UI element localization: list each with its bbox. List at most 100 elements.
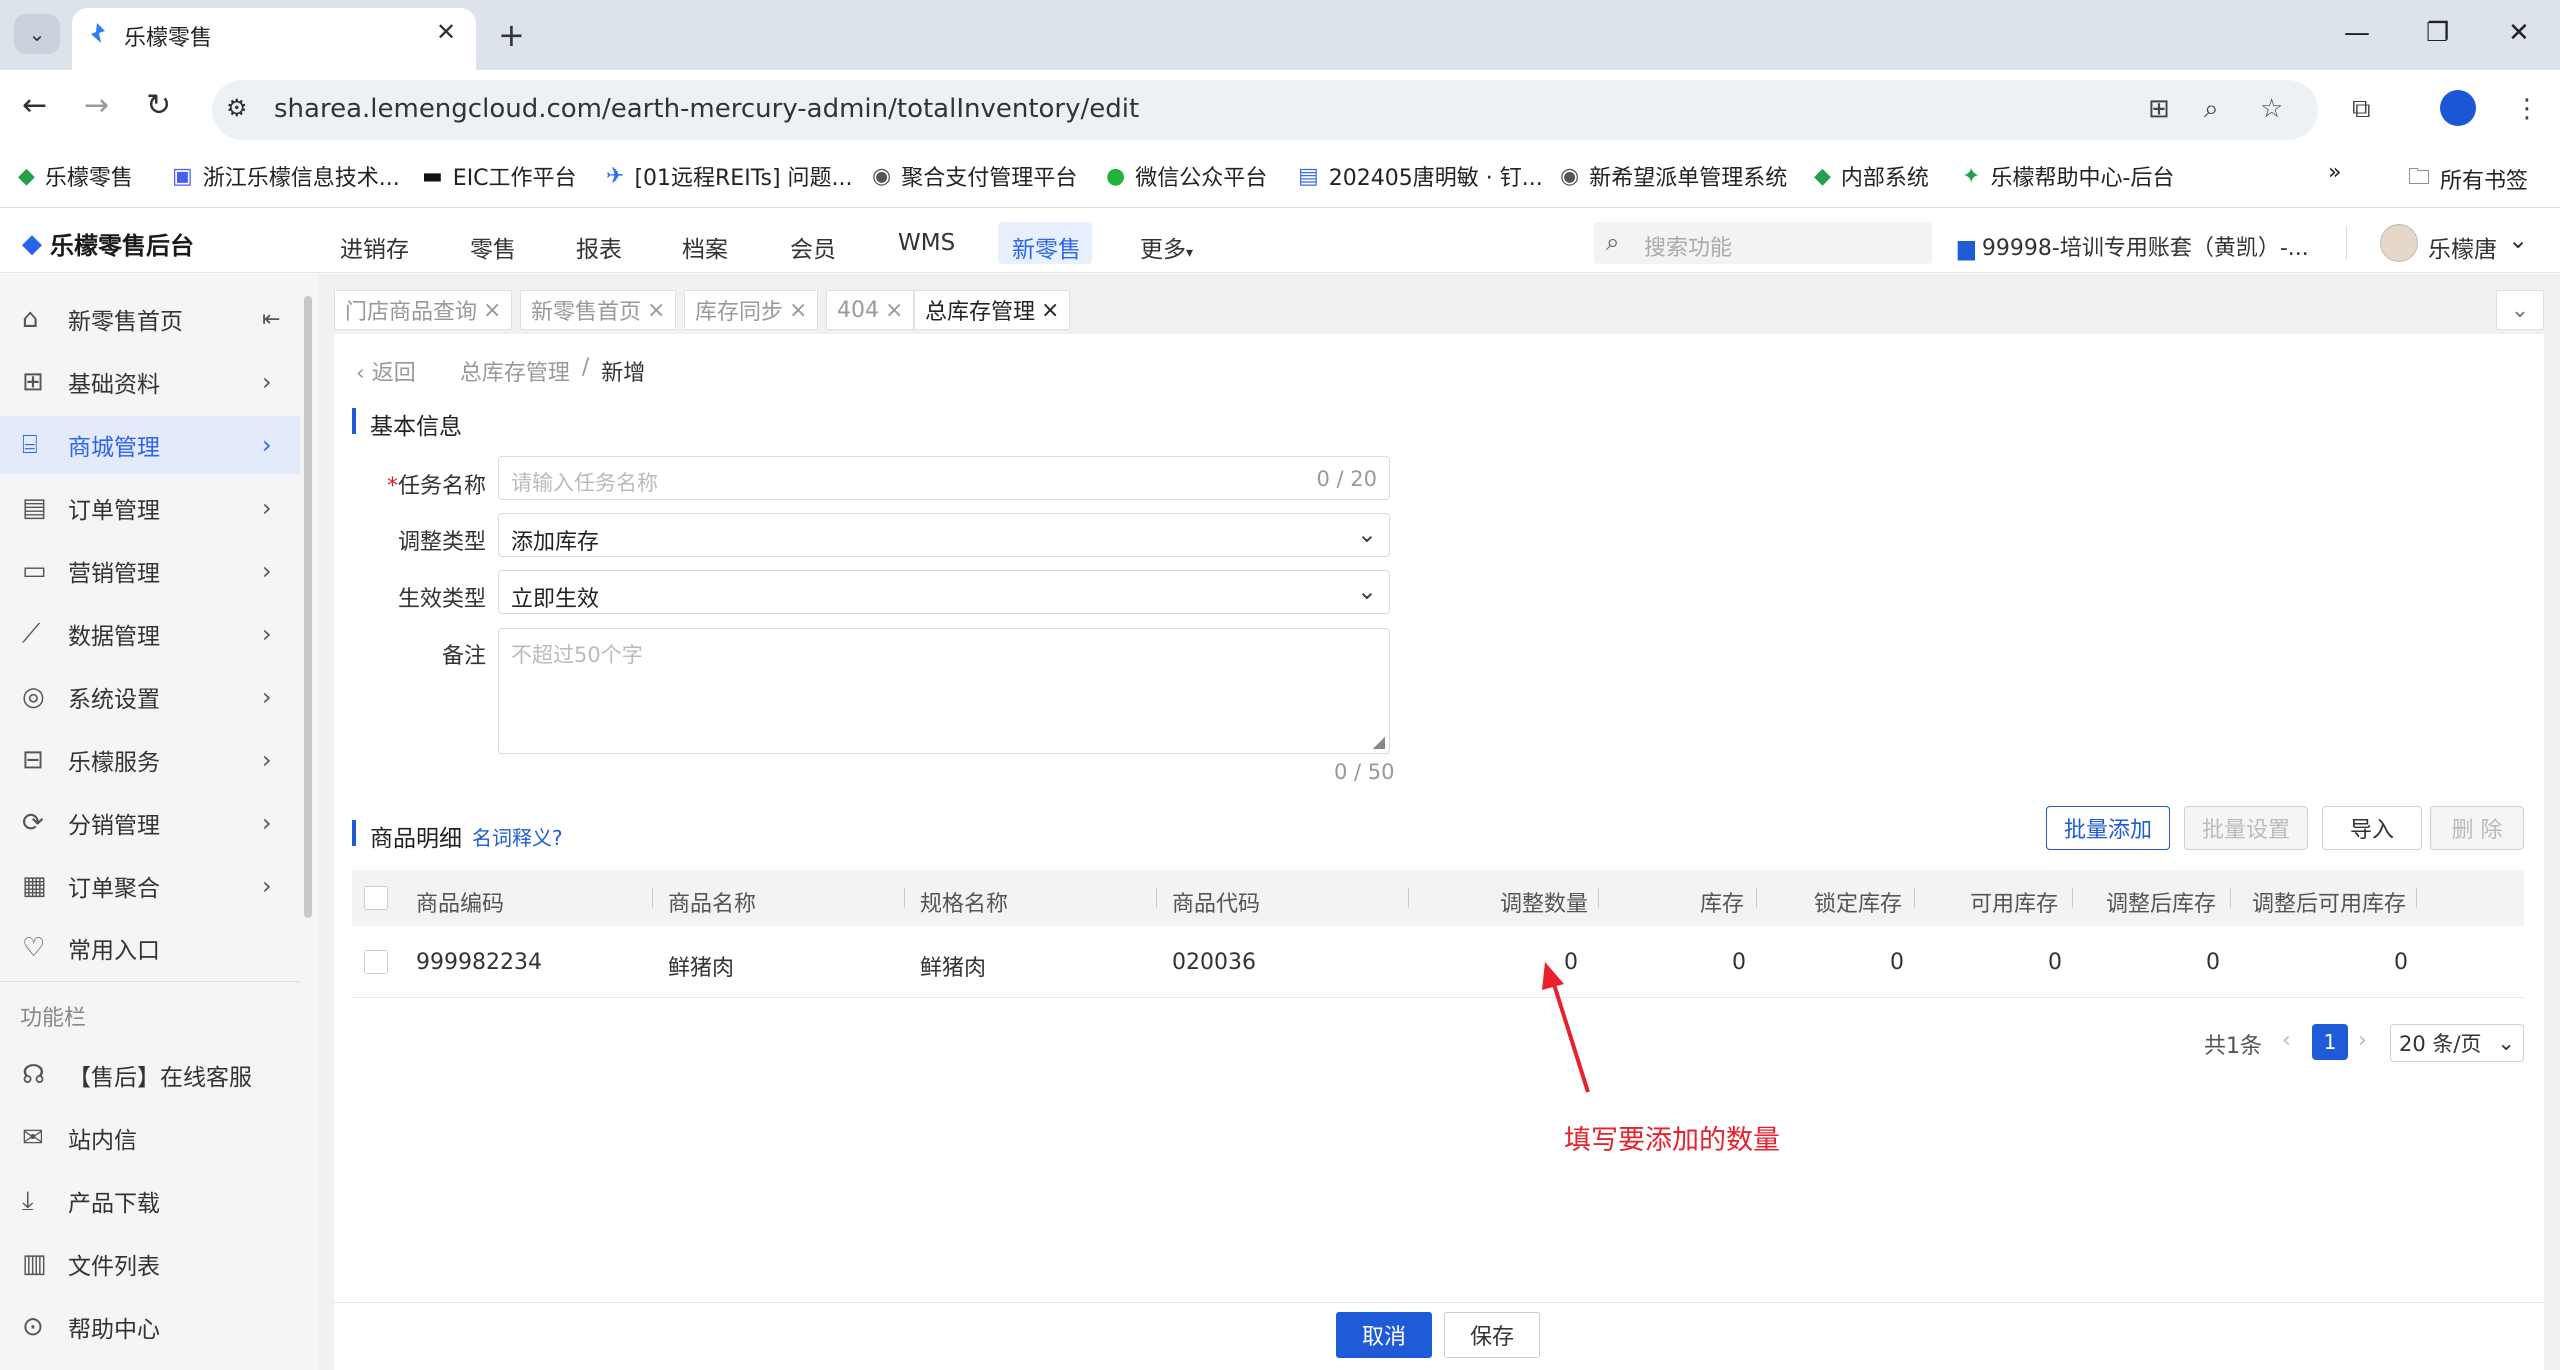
close-icon[interactable]: ×: [885, 298, 903, 323]
minimize-icon[interactable]: —: [2344, 18, 2370, 48]
bookmark-item[interactable]: ◆ 乐檬零售: [18, 160, 133, 192]
avatar[interactable]: [2380, 224, 2418, 262]
sidebar-item-order-aggregation[interactable]: ▦ 订单聚合 ›: [0, 857, 300, 915]
profile-icon[interactable]: [2440, 90, 2476, 126]
close-icon[interactable]: ×: [1041, 298, 1059, 323]
nav-retail[interactable]: 零售: [470, 230, 516, 264]
sidebar-item-settings[interactable]: ◎ 系统设置 ›: [0, 668, 300, 726]
bookmarks-overflow[interactable]: »: [2328, 160, 2341, 185]
col-product-name: 商品名称: [668, 892, 757, 917]
resize-handle-icon[interactable]: ◢: [1373, 732, 1385, 751]
sidebar-item-marketing[interactable]: ▭ 营销管理 ›: [0, 542, 300, 600]
bookmark-star-icon[interactable]: ☆: [2260, 94, 2283, 124]
glossary-link[interactable]: 名词释义?: [472, 822, 563, 851]
page-tab-inventory-sync[interactable]: 库存同步 ×: [684, 290, 819, 330]
app-logo[interactable]: ◆ 乐檬零售后台: [22, 226, 194, 261]
sidebar-item-distribution[interactable]: ⟳ 分销管理 ›: [0, 794, 300, 852]
bookmark-item[interactable]: ◉ 聚合支付管理平台: [872, 160, 1077, 192]
sidebar-item-help[interactable]: ⊙ 帮助中心: [0, 1298, 300, 1356]
zoom-icon[interactable]: ⌕: [2204, 94, 2219, 125]
sidebar-scrollbar[interactable]: [304, 296, 312, 918]
sidebar-item-file-list[interactable]: ▥ 文件列表: [0, 1235, 300, 1293]
reload-icon[interactable]: ↻: [146, 88, 171, 123]
page-number[interactable]: 1: [2312, 1024, 2348, 1060]
save-button[interactable]: 保存: [1444, 1312, 1540, 1358]
remark-textarea[interactable]: 不超过50个字 ◢: [498, 628, 1390, 754]
new-tab-button[interactable]: +: [498, 16, 525, 54]
task-name-input[interactable]: 请输入任务名称 0 / 20: [498, 456, 1390, 500]
page-tab-new-retail-home[interactable]: 新零售首页 ×: [520, 290, 677, 330]
import-button[interactable]: 导入: [2322, 806, 2422, 850]
page-tab-store-products[interactable]: 门店商品查询 ×: [334, 290, 513, 330]
tab-close-icon[interactable]: ✕: [436, 18, 456, 46]
bookmark-item[interactable]: ◆ 内部系统: [1814, 160, 1929, 192]
chevron-down-icon: ⌄: [1356, 577, 1377, 605]
account-selector[interactable]: ▆ 99998-培训专用账套（黄凯）-...: [1958, 230, 2309, 262]
url-text[interactable]: sharea.lemengcloud.com/earth-mercury-adm…: [274, 94, 1139, 124]
sidebar-item-data[interactable]: ⟋ 数据管理 ›: [0, 605, 300, 663]
nav-new-retail[interactable]: 新零售: [1012, 230, 1081, 264]
sidebar-item-service[interactable]: ⊟ 乐檬服务 ›: [0, 731, 300, 789]
batch-set-button[interactable]: 批量设置: [2184, 806, 2308, 850]
sidebar-item-basic-data[interactable]: ⊞ 基础资料 ›: [0, 353, 300, 411]
collapse-sidebar-icon[interactable]: ⇤: [262, 307, 280, 332]
close-icon[interactable]: ×: [483, 298, 501, 323]
breadcrumb-parent[interactable]: 总库存管理: [460, 355, 570, 387]
username[interactable]: 乐檬唐: [2428, 230, 2497, 264]
close-window-icon[interactable]: ✕: [2508, 18, 2530, 48]
translate-icon[interactable]: ⊞: [2148, 94, 2170, 124]
site-info-icon[interactable]: ⚙: [226, 94, 248, 122]
sidebar-item-downloads[interactable]: ⤓ 产品下载: [0, 1172, 300, 1230]
sidebar-item-customer-service[interactable]: ☊ 【售后】在线客服: [0, 1046, 300, 1104]
bookmark-item[interactable]: ● 微信公众平台: [1106, 160, 1267, 192]
chevron-down-icon: ⌄: [2497, 1031, 2515, 1055]
sidebar-item-mall[interactable]: ⌸ 商城管理 ›: [0, 416, 300, 474]
back-icon[interactable]: ←: [22, 88, 47, 123]
bookmark-item[interactable]: ✈ [01远程REITs] 问题...: [606, 160, 853, 192]
restore-icon[interactable]: ❐: [2426, 18, 2449, 48]
delete-button[interactable]: 删 除: [2430, 806, 2524, 850]
close-icon[interactable]: ×: [647, 298, 665, 323]
effect-type-select[interactable]: 立即生效 ⌄: [498, 570, 1390, 614]
sidebar-item-favorites[interactable]: ♡ 常用入口: [0, 919, 300, 977]
folder-icon: 🗀: [2408, 165, 2431, 190]
tab-search-button[interactable]: ⌄: [14, 14, 60, 54]
nav-archives[interactable]: 档案: [682, 230, 728, 264]
back-link[interactable]: ‹ 返回: [356, 355, 416, 387]
nav-members[interactable]: 会员: [790, 230, 836, 264]
sidebar-item-home[interactable]: ⌂ 新零售首页 ⇤: [0, 290, 300, 348]
page-tab-404[interactable]: 404 ×: [826, 290, 915, 330]
nav-more[interactable]: 更多▾: [1140, 230, 1193, 264]
cancel-button[interactable]: 取消: [1336, 1312, 1432, 1358]
col-stock: 库存: [1700, 892, 1745, 917]
adjust-type-select[interactable]: 添加库存 ⌄: [498, 513, 1390, 557]
all-bookmarks[interactable]: 🗀 所有书签: [2408, 160, 2528, 198]
tabs-dropdown-icon[interactable]: ⌄: [2496, 290, 2544, 330]
col-product-code: 商品编码: [416, 892, 505, 917]
page-size-select[interactable]: 20 条/页 ⌄: [2390, 1024, 2524, 1062]
sidebar-item-messages[interactable]: ✉ 站内信: [0, 1109, 300, 1167]
close-icon[interactable]: ×: [789, 298, 807, 323]
nav-reports[interactable]: 报表: [576, 230, 622, 264]
chevron-down-icon[interactable]: ⌄: [2508, 226, 2528, 254]
globe-icon: ◉: [872, 163, 892, 189]
bookmark-item[interactable]: ◉ 新希望派单管理系统: [1560, 160, 1787, 192]
bookmark-item[interactable]: ▣ 浙江乐檬信息技术...: [172, 160, 400, 192]
menu-icon[interactable]: ⋮: [2514, 94, 2540, 124]
next-page-icon[interactable]: ›: [2358, 1028, 2367, 1053]
prev-page-icon[interactable]: ‹: [2282, 1028, 2291, 1053]
select-all-checkbox[interactable]: [364, 886, 388, 910]
forward-icon[interactable]: →: [84, 88, 109, 123]
batch-add-button[interactable]: 批量添加: [2046, 806, 2170, 850]
nav-inventory[interactable]: 进销存: [340, 230, 409, 264]
bookmark-item[interactable]: ✦ 乐檬帮助中心-后台: [1962, 160, 2174, 192]
extensions-icon[interactable]: ⧉: [2352, 94, 2371, 125]
row-checkbox[interactable]: [364, 950, 388, 974]
chevron-right-icon: ›: [262, 494, 272, 522]
bookmark-item[interactable]: ▬ EIC工作平台: [422, 160, 577, 192]
page-tab-total-inventory[interactable]: 总库存管理 ×: [914, 290, 1071, 330]
cell-product-name: 鲜猪肉: [668, 956, 735, 981]
sidebar-item-orders[interactable]: ▤ 订单管理 ›: [0, 479, 300, 537]
nav-wms[interactable]: WMS: [898, 230, 955, 256]
bookmark-item[interactable]: ▤ 202405唐明敏 · 钉...: [1298, 160, 1543, 192]
